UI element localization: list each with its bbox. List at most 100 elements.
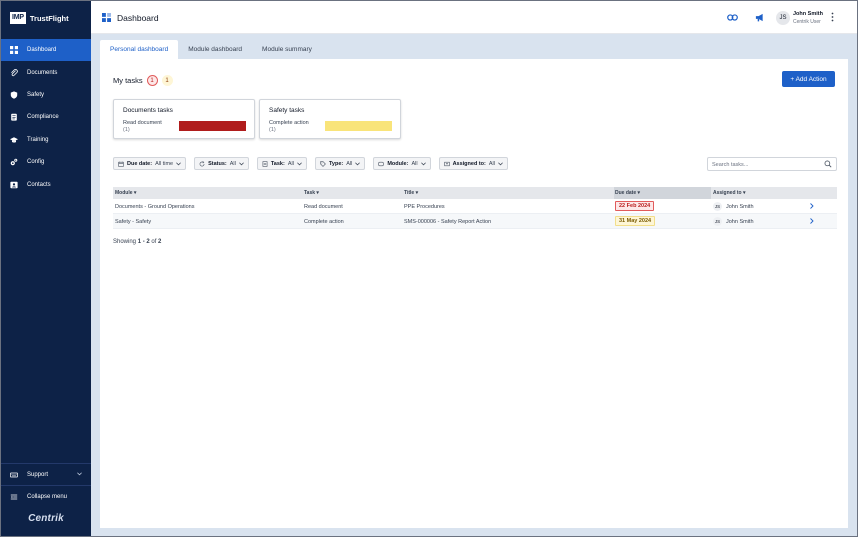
add-action-button[interactable]: + Add Action bbox=[782, 71, 835, 87]
card-task-count: (1) bbox=[269, 127, 276, 133]
card-task-label: Read document bbox=[123, 120, 162, 126]
due-count-badge: 1 bbox=[161, 75, 173, 86]
kebab-menu-icon[interactable] bbox=[831, 12, 834, 22]
sidebar-item-safety[interactable]: Safety bbox=[1, 84, 91, 106]
app-logo[interactable]: IMP TrustFlight bbox=[10, 11, 69, 25]
chevron-down-icon bbox=[77, 472, 82, 476]
task-filter[interactable]: Task: All bbox=[256, 157, 307, 170]
sidebar-item-documents[interactable]: Documents bbox=[1, 61, 91, 83]
overdue-count-badge: 1 bbox=[146, 75, 158, 86]
sidebar-item-training[interactable]: Training bbox=[1, 129, 91, 151]
gears-icon bbox=[10, 158, 18, 166]
column-label: Task bbox=[304, 190, 316, 196]
user-role: Centrik User bbox=[793, 19, 821, 25]
column-label: Module bbox=[115, 190, 133, 196]
assigned-to-filter[interactable]: Assigned to: All bbox=[438, 157, 508, 170]
sidebar-item-config[interactable]: Config bbox=[1, 151, 91, 173]
search-input[interactable] bbox=[712, 159, 822, 170]
tasks-table: Module ▾ Task ▾ Title ▾ Due date ▾ Assig… bbox=[113, 187, 837, 229]
sidebar-item-label: Contacts bbox=[27, 181, 51, 188]
documents-tasks-card[interactable]: Documents tasks Read document (1) bbox=[113, 99, 255, 139]
my-tasks-header: My tasks 1 1 bbox=[113, 75, 173, 86]
sidebar-item-contacts[interactable]: Contacts bbox=[1, 173, 91, 195]
table-row[interactable]: Safety - Safety Complete action SMS-0000… bbox=[113, 214, 837, 229]
refresh-icon bbox=[199, 160, 205, 166]
cell-title: SMS-000006 - Safety Report Action bbox=[404, 218, 492, 225]
table-row[interactable]: Documents - Ground Operations Read docum… bbox=[113, 199, 837, 214]
dashboard-title-icon bbox=[102, 13, 111, 22]
due-date-badge-overdue: 22 Feb 2024 bbox=[615, 201, 655, 211]
clipboard-icon bbox=[11, 114, 17, 121]
cell-task: Complete action bbox=[304, 218, 344, 225]
type-filter[interactable]: Type: All bbox=[314, 157, 366, 170]
cell-assignee: JS John Smith bbox=[713, 202, 754, 211]
chevron-down-icon bbox=[355, 161, 361, 165]
sidebar: IMP TrustFlight Dashboard Documents Safe… bbox=[1, 1, 91, 536]
contact-card-icon bbox=[10, 181, 18, 188]
cell-module: Documents - Ground Operations bbox=[115, 203, 195, 210]
user-avatar[interactable]: JS bbox=[776, 11, 790, 25]
tab-module-dashboard[interactable]: Module dashboard bbox=[178, 40, 252, 59]
overdue-bar bbox=[179, 121, 246, 131]
chevron-down-icon bbox=[498, 161, 503, 165]
graduation-cap-icon bbox=[10, 136, 18, 143]
sidebar-item-label: Safety bbox=[27, 91, 45, 98]
showing-of: of bbox=[149, 239, 159, 245]
column-header-module[interactable]: Module ▾ bbox=[115, 190, 136, 196]
module-filter[interactable]: Module: All bbox=[373, 157, 431, 170]
filter-label: Due date: bbox=[127, 160, 153, 167]
card-task-count: (1) bbox=[123, 127, 130, 133]
collapse-menu-button[interactable]: Collapse menu bbox=[1, 485, 91, 507]
megaphone-icon[interactable] bbox=[755, 13, 764, 22]
link-icon[interactable] bbox=[727, 13, 738, 22]
centrik-logo: Centrik bbox=[28, 513, 64, 524]
search-box bbox=[707, 157, 837, 171]
assignee-avatar: JS bbox=[713, 202, 722, 211]
filter-label: Status: bbox=[208, 160, 227, 167]
search-icon[interactable] bbox=[824, 160, 832, 168]
showing-range: 1 - 2 bbox=[137, 239, 150, 245]
support-menu[interactable]: Support bbox=[1, 463, 91, 485]
sidebar-footer: Support Collapse menu bbox=[1, 463, 91, 507]
filter-label: Module: bbox=[387, 160, 409, 167]
sidebar-item-label: Config bbox=[27, 159, 45, 166]
card-title: Safety tasks bbox=[269, 107, 305, 114]
tab-personal-dashboard[interactable]: Personal dashboard bbox=[100, 40, 179, 59]
personal-dashboard-panel: My tasks 1 1 + Add Action Documents task… bbox=[100, 59, 848, 528]
column-header-task[interactable]: Task ▾ bbox=[304, 190, 319, 196]
filter-value: All bbox=[488, 160, 495, 167]
cell-assignee: JS John Smith bbox=[713, 217, 754, 226]
dashboard-icon bbox=[10, 46, 18, 55]
filter-bar: Due date: All time Status: All Task: All… bbox=[113, 157, 508, 170]
column-header-title[interactable]: Title ▾ bbox=[404, 190, 418, 196]
due-date-badge-due: 31 May 2024 bbox=[615, 216, 656, 226]
paperclip-icon bbox=[11, 68, 18, 76]
filter-label: Type: bbox=[328, 160, 344, 167]
chevron-right-icon[interactable] bbox=[810, 218, 814, 224]
chevron-down-icon bbox=[239, 161, 244, 165]
sidebar-item-compliance[interactable]: Compliance bbox=[1, 106, 91, 128]
chevron-right-icon[interactable] bbox=[810, 203, 814, 209]
filter-value: All bbox=[287, 160, 294, 167]
sidebar-item-dashboard[interactable]: Dashboard bbox=[1, 39, 91, 62]
chevron-down-icon bbox=[420, 161, 426, 165]
status-filter[interactable]: Status: All bbox=[194, 157, 249, 170]
showing-total: 2 bbox=[158, 239, 162, 245]
column-header-due-date[interactable]: Due date ▾ bbox=[614, 187, 711, 199]
column-label: Due date bbox=[615, 190, 637, 196]
module-icon bbox=[378, 161, 385, 166]
card-task-label: Complete action bbox=[269, 120, 309, 126]
filter-value: All time bbox=[155, 160, 174, 167]
dashboard-tabs: Personal dashboard Module dashboard Modu… bbox=[100, 40, 322, 59]
column-header-assigned-to[interactable]: Assigned to ▾ bbox=[713, 190, 746, 196]
due-bar bbox=[325, 121, 392, 131]
assignee-avatar: JS bbox=[713, 217, 722, 226]
due-date-filter[interactable]: Due date: All time bbox=[113, 157, 187, 170]
safety-tasks-card[interactable]: Safety tasks Complete action (1) bbox=[259, 99, 401, 139]
cell-task: Read document bbox=[304, 203, 343, 210]
tab-module-summary[interactable]: Module summary bbox=[252, 40, 322, 59]
column-label: Title bbox=[404, 190, 415, 196]
users-icon bbox=[443, 161, 450, 166]
filter-label: Assigned to: bbox=[452, 160, 486, 167]
calendar-icon bbox=[118, 161, 124, 167]
